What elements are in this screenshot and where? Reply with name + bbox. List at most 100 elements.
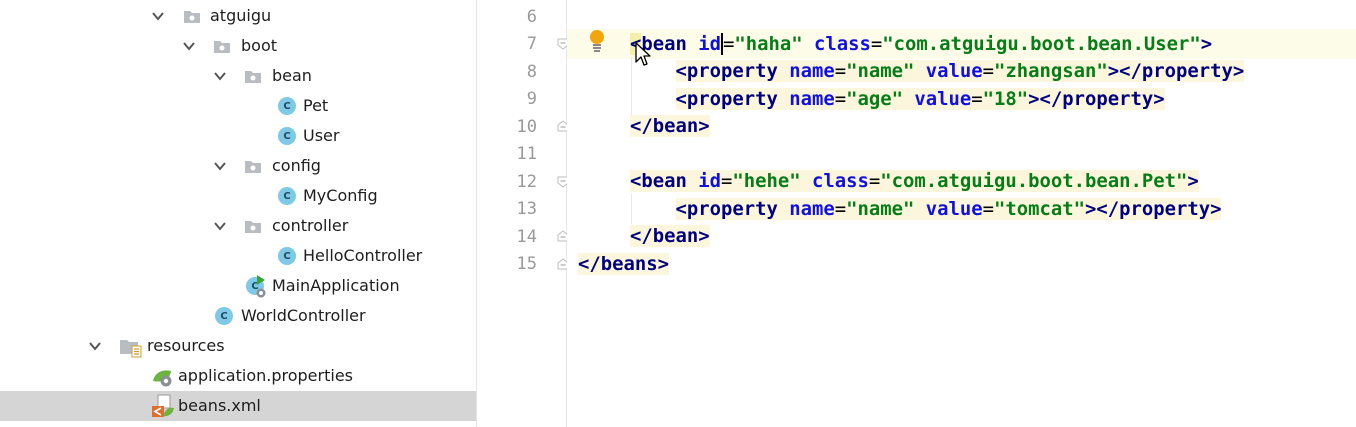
tree-item-pet[interactable]: C Pet: [0, 91, 476, 121]
tag-name: bean: [641, 170, 687, 192]
spring-properties-icon: [153, 370, 172, 387]
code-line-12[interactable]: <bean id="hehe" class="com.atguigu.boot.…: [630, 170, 1199, 192]
tree-item-label: MyConfig: [303, 186, 378, 205]
line-number: 8: [526, 62, 537, 82]
run-marker-icon: [257, 275, 265, 285]
tree-item-beans-xml[interactable]: beans.xml: [0, 391, 476, 421]
tag-bracket: <: [675, 88, 687, 110]
closing-tag: </bean>: [630, 225, 710, 247]
line-number: 11: [516, 144, 537, 164]
tree-item-user[interactable]: C User: [0, 121, 476, 151]
attr-name: name: [789, 88, 835, 110]
tag-bracket: >: [1107, 60, 1120, 82]
code-line-9[interactable]: <property name="age" value="18"></proper…: [630, 88, 1165, 110]
package-folder-icon: [245, 161, 261, 173]
editor-gutter: 6 7 8 9 10 11 12 13 14 15: [477, 0, 569, 427]
equals: =: [870, 33, 883, 55]
attr-value: "com.atguigu.boot.bean.Pet": [880, 170, 1188, 192]
line-number: 15: [516, 254, 537, 274]
tree-item-myconfig[interactable]: C MyConfig: [0, 181, 476, 211]
tree-item-label: resources: [147, 336, 225, 355]
tree-item-worldcontroller[interactable]: C WorldController: [0, 301, 476, 331]
tree-item-mainapplication[interactable]: C MainApplication: [0, 271, 476, 301]
project-tree: atguigu boot bean C Pet C User config C …: [0, 0, 477, 427]
class-icon: C: [278, 187, 296, 205]
lightbulb-icon[interactable]: [587, 29, 607, 53]
tag-bracket: <: [675, 198, 687, 220]
chevron-down-icon[interactable]: [88, 340, 102, 352]
tree-item-label: boot: [241, 36, 278, 55]
package-folder-icon: [184, 11, 200, 23]
attr-name: id: [698, 33, 723, 55]
chevron-down-icon[interactable]: [213, 70, 227, 82]
tree-item-application-properties[interactable]: application.properties: [0, 361, 476, 391]
gear-icon: [256, 288, 266, 298]
closing-tag: </property>: [1096, 198, 1222, 220]
tree-item-hellocontroller[interactable]: C HelloController: [0, 241, 476, 271]
tree-item-config[interactable]: config: [0, 151, 476, 181]
attr-value: "tomcat": [994, 198, 1085, 220]
code-line-15[interactable]: </beans>: [578, 253, 669, 275]
code-line-14[interactable]: </bean>: [630, 225, 710, 247]
chevron-down-icon[interactable]: [182, 40, 196, 52]
tree-item-bean[interactable]: bean: [0, 61, 476, 91]
tag-bracket: >: [1085, 198, 1097, 220]
attr-value: "zhangsan": [994, 60, 1108, 82]
tree-item-boot[interactable]: boot: [0, 31, 476, 61]
package-folder-icon: [214, 41, 230, 53]
chevron-down-icon[interactable]: [213, 160, 227, 172]
tag-bracket: >: [1187, 170, 1199, 192]
chevron-down-icon[interactable]: [151, 10, 165, 22]
tree-item-controller[interactable]: controller: [0, 211, 476, 241]
tree-item-label: config: [272, 156, 321, 175]
tag-bracket: >: [1028, 88, 1040, 110]
code-line-7[interactable]: <bean id="haha" class="com.atguigu.boot.…: [630, 33, 1213, 55]
class-icon: C: [278, 247, 296, 265]
tag-bracket: >: [1200, 33, 1213, 55]
equals: =: [982, 60, 994, 82]
closing-tag: </bean>: [630, 115, 710, 137]
mouse-cursor-icon: [635, 42, 651, 66]
tag-bracket: <: [675, 60, 687, 82]
tree-item-label: application.properties: [178, 366, 353, 385]
code-line-10[interactable]: </bean>: [630, 115, 710, 137]
code-editor[interactable]: <bean id="haha" class="com.atguigu.boot.…: [567, 0, 1356, 427]
tree-item-resources[interactable]: resources: [0, 331, 476, 361]
line-number: 14: [516, 227, 537, 247]
attr-name: name: [789, 60, 835, 82]
equals: =: [982, 198, 994, 220]
line-number: 6: [526, 7, 537, 27]
equals: =: [868, 170, 881, 192]
package-folder-icon: [245, 221, 261, 233]
line-number: 12: [516, 172, 537, 192]
class-icon: C: [278, 97, 296, 115]
tag-name: property: [686, 88, 778, 110]
tree-item-label: User: [303, 126, 340, 145]
code-line-13[interactable]: <property name="name" value="tomcat"></p…: [630, 198, 1222, 220]
line-number: 10: [516, 117, 537, 137]
tree-item-atguigu[interactable]: atguigu: [0, 1, 476, 31]
class-icon: C: [215, 307, 233, 325]
xml-file-icon: [152, 394, 174, 417]
tree-item-label: beans.xml: [178, 396, 261, 415]
attr-value: "hehe": [732, 170, 801, 192]
code-line-8[interactable]: <property name="name" value="zhangsan"><…: [630, 60, 1245, 82]
chevron-down-icon[interactable]: [213, 220, 227, 232]
attr-name: value: [925, 60, 983, 82]
package-folder-icon: [245, 71, 261, 83]
attr-name: name: [789, 198, 835, 220]
equals: =: [834, 60, 847, 82]
tree-item-label: WorldController: [241, 306, 366, 325]
equals: =: [721, 170, 733, 192]
